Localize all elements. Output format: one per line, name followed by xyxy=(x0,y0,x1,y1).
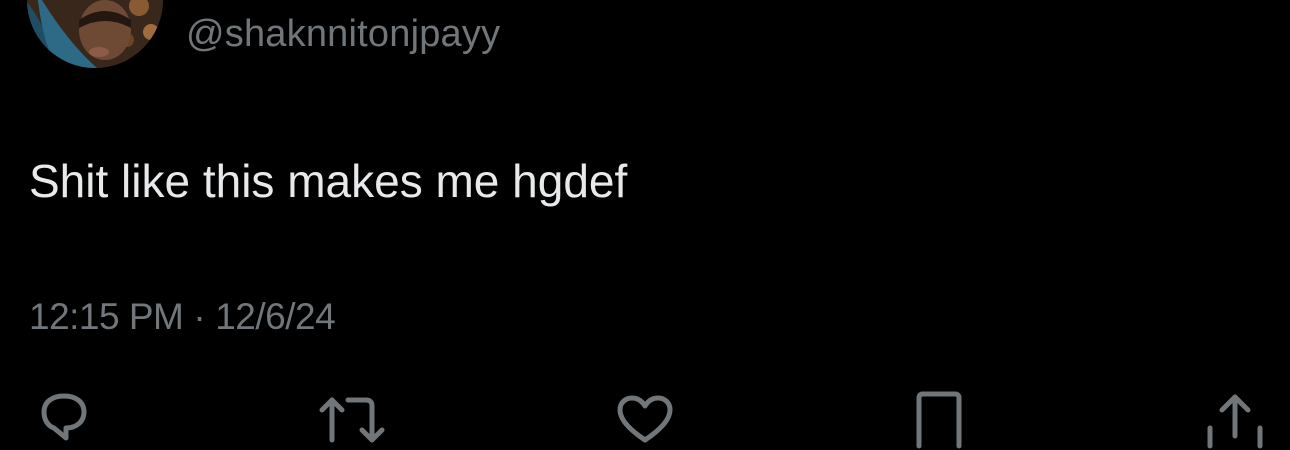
share-icon xyxy=(1207,394,1263,449)
tweet-timestamp[interactable]: 12:15 PM · 12/6/24 xyxy=(29,293,336,341)
share-button[interactable] xyxy=(1200,390,1270,450)
like-button[interactable] xyxy=(610,390,680,450)
bookmark-icon xyxy=(916,391,962,449)
avatar[interactable] xyxy=(27,0,163,68)
reply-icon xyxy=(41,393,87,441)
user-handle[interactable]: @shaknnitonjpayy xyxy=(186,10,500,58)
bookmark-button[interactable] xyxy=(905,390,975,450)
meta-separator: · xyxy=(193,296,206,337)
tweet-text: Shit like this makes me hgdef xyxy=(29,155,628,207)
tweet-action-bar xyxy=(0,390,1290,450)
heart-icon xyxy=(617,395,673,443)
retweet-button[interactable] xyxy=(316,390,386,450)
retweet-icon xyxy=(319,397,385,443)
reply-button[interactable] xyxy=(28,390,98,450)
tweet-date: 12/6/24 xyxy=(215,296,336,337)
tweet-time: 12:15 PM xyxy=(29,296,184,337)
avatar-photo xyxy=(27,0,163,68)
